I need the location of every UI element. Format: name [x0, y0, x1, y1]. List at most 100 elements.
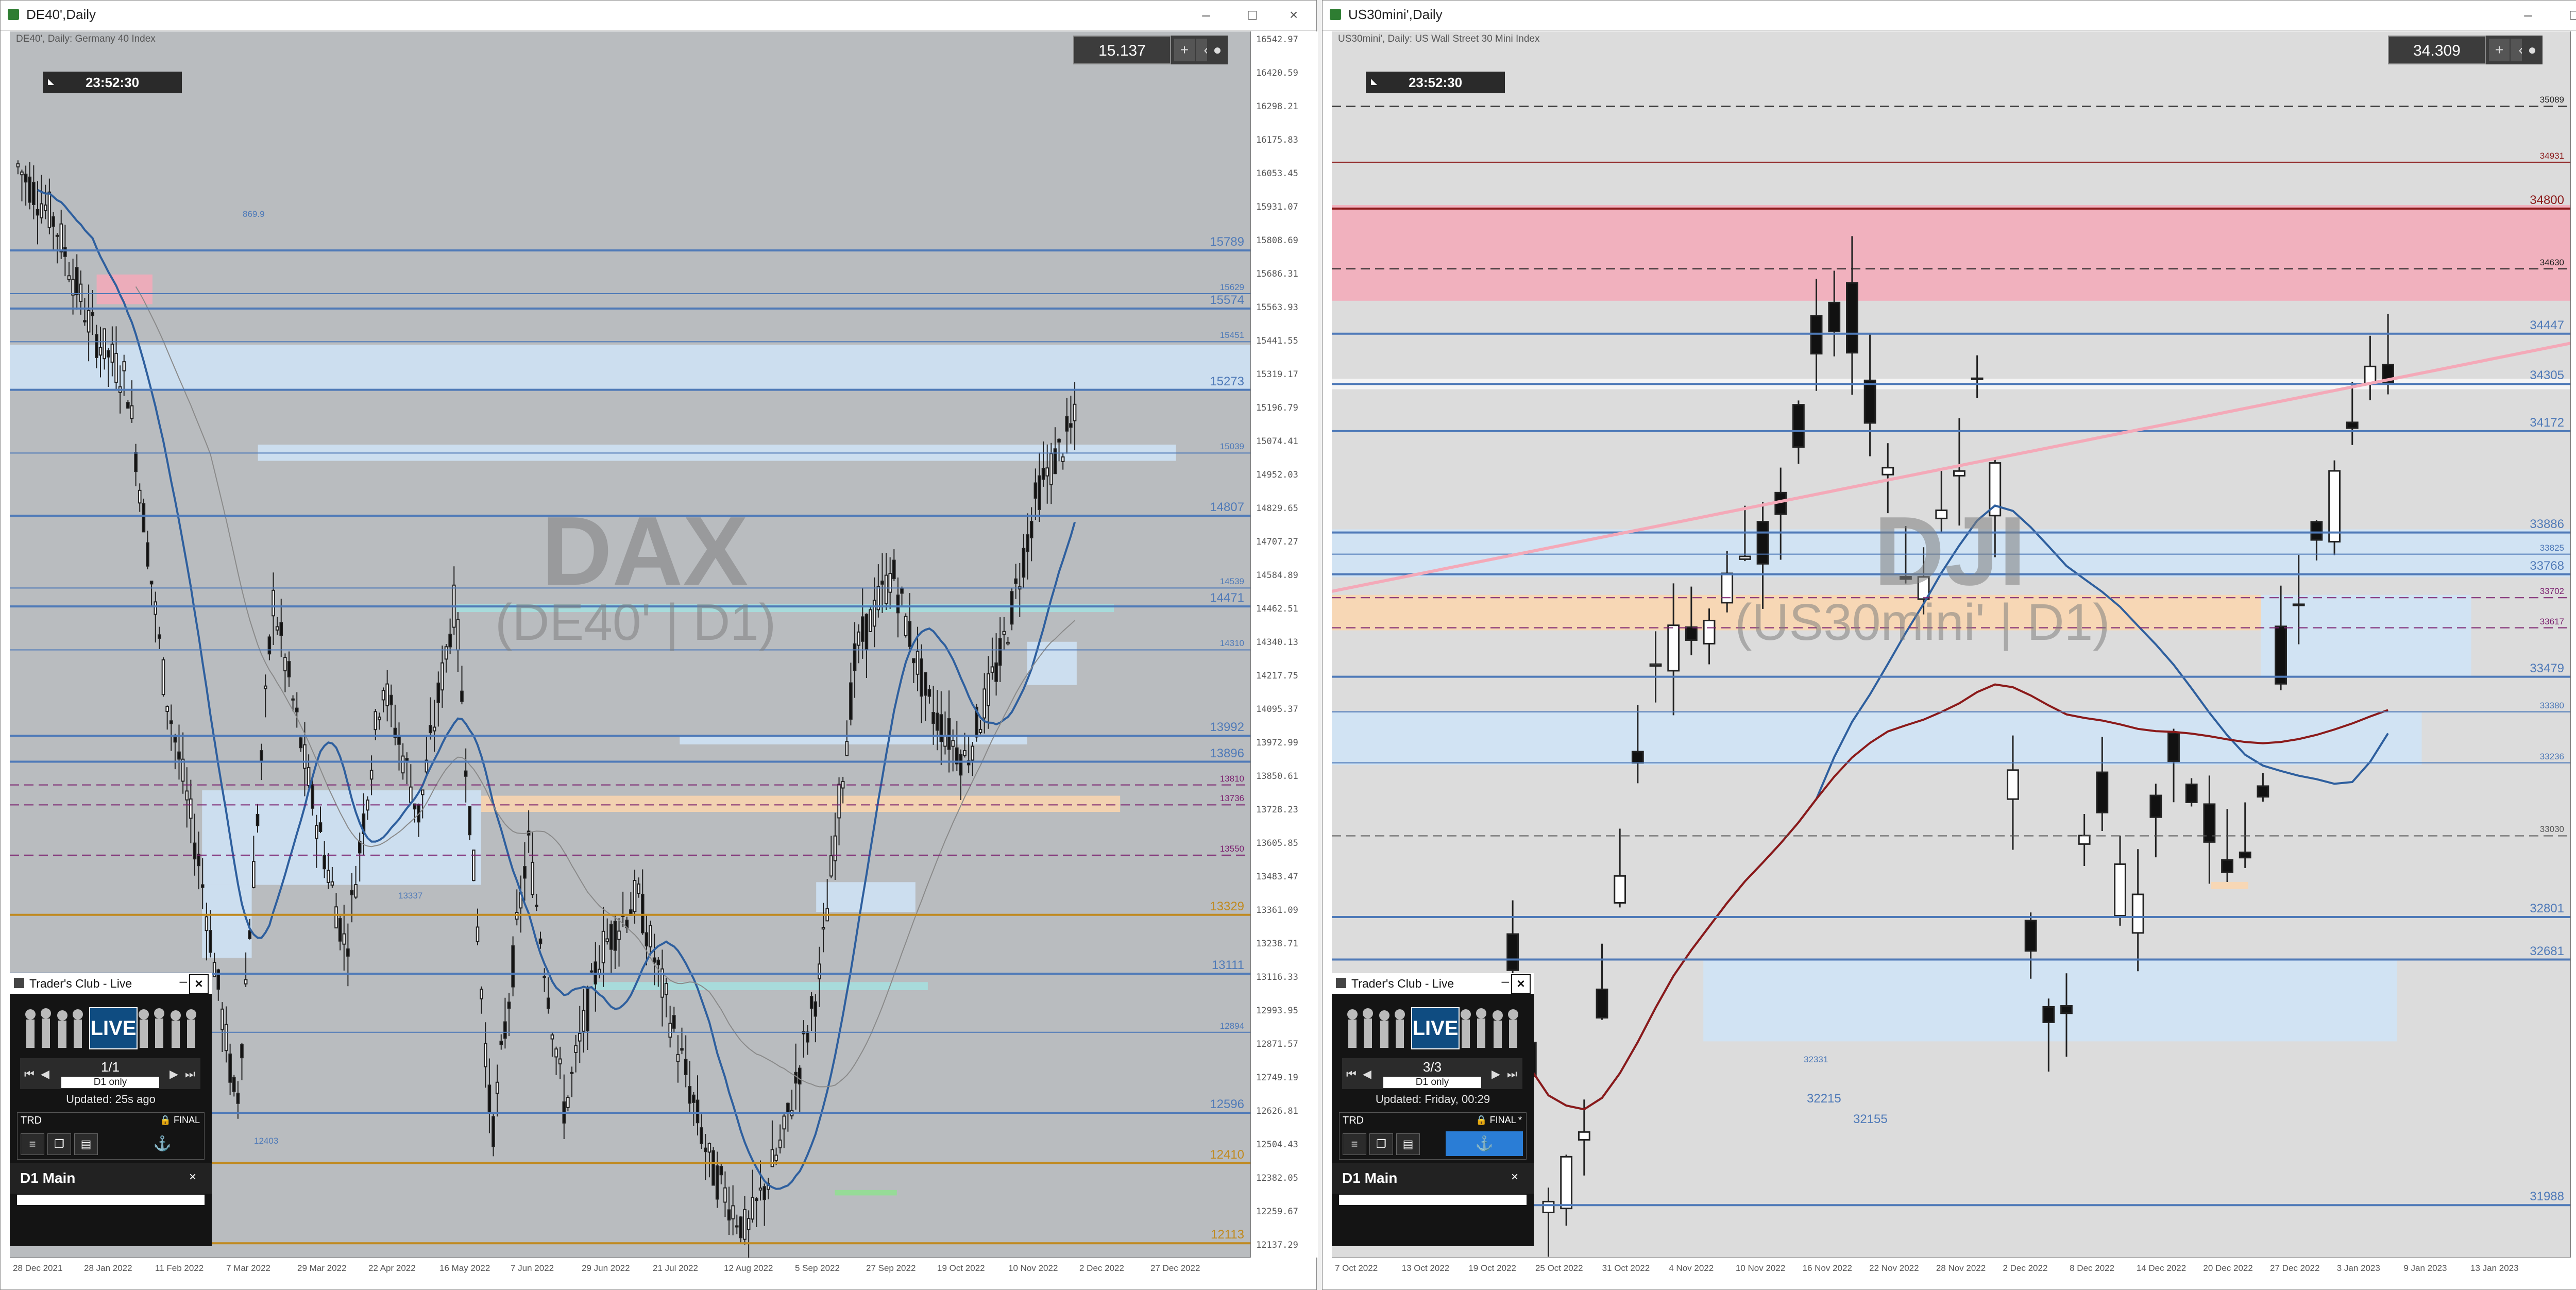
- close-icon[interactable]: ×: [1511, 974, 1531, 994]
- candle-body: [1057, 438, 1061, 443]
- candle-body: [2310, 521, 2323, 541]
- stack-icon[interactable]: ▤: [1396, 1133, 1420, 1155]
- right-price-axis[interactable]: 35261.4435167.3535073.2534979.1634886.06…: [2570, 31, 2576, 1258]
- anchor-button[interactable]: ⚓: [124, 1131, 201, 1156]
- left-window-titlebar[interactable]: DE40',Daily – □ ×: [1, 1, 1316, 31]
- left-traders-club-panel[interactable]: Trader's Club - Live – × LIVE ⏮ ◀ 1/1 D1…: [10, 973, 212, 1246]
- price-tick-label: 14829.65: [1256, 503, 1298, 514]
- candle-body: [617, 930, 621, 940]
- candle-body: [916, 651, 920, 675]
- candle-body: [299, 737, 303, 749]
- date-tick-label: 2 Dec 2022: [2003, 1263, 2048, 1273]
- crosshair-icon[interactable]: +: [2489, 39, 2510, 61]
- level-label-34447: 34447: [2530, 318, 2564, 332]
- next-page-icon[interactable]: ▶: [170, 1067, 178, 1081]
- zone-orange: [481, 795, 1121, 812]
- candle-body: [1041, 468, 1045, 480]
- candle-body: [806, 1031, 809, 1043]
- candle-body: [649, 925, 652, 947]
- candle-body: [205, 916, 209, 931]
- trade-controls[interactable]: TRD 🔒 FINAL * ≡ ❐ ▤ ⚓: [1339, 1112, 1527, 1160]
- zone-teal2: [592, 982, 928, 991]
- updated-status: Updated: 25s ago: [66, 1093, 156, 1106]
- close-icon[interactable]: ×: [189, 1170, 196, 1184]
- maximize-icon[interactable]: □: [1242, 6, 1263, 24]
- candle-body: [723, 1187, 727, 1203]
- stack-icon[interactable]: ▤: [74, 1133, 98, 1155]
- candle-body: [880, 580, 884, 585]
- panel-title: Trader's Club - Live: [29, 977, 132, 990]
- candle-body: [668, 1023, 672, 1038]
- right-price-readout[interactable]: 34.309 + ‹ ●: [2388, 36, 2543, 64]
- candle-body: [908, 621, 912, 647]
- candle-body: [692, 1094, 696, 1103]
- candle-body: [177, 751, 181, 760]
- candle-body: [578, 1032, 582, 1042]
- candle-body: [676, 1054, 680, 1062]
- candle-body: [778, 1139, 782, 1148]
- candle-body: [990, 666, 994, 673]
- candle-body: [173, 737, 177, 743]
- left-inner-label-a: 869.9: [243, 209, 265, 219]
- minimize-icon[interactable]: –: [1196, 6, 1216, 24]
- candle-body: [829, 855, 833, 877]
- left-price-readout[interactable]: 15.137 + ‹ ●: [1073, 36, 1228, 64]
- minimize-icon[interactable]: –: [2518, 6, 2538, 24]
- candle-body: [633, 880, 637, 912]
- right-window-titlebar[interactable]: US30mini',Daily – □ ×: [1323, 1, 2576, 31]
- final-label: 🔒 FINAL *: [1476, 1115, 1522, 1125]
- right-traders-club-panel[interactable]: Trader's Club - Live – × LIVE ⏮ ◀ 3/3 D1…: [1332, 973, 1534, 1246]
- left-date-axis[interactable]: 28 Dec 2021 28 Jan 2022 11 Feb 2022 7 Mar 2…: [10, 1258, 1250, 1280]
- candle-body: [833, 835, 837, 861]
- right-date-axis[interactable]: 7 Oct 2022 13 Oct 2022 19 Oct 2022 25 Oct 2…: [1332, 1258, 2570, 1280]
- panel-header[interactable]: Trader's Club - Live – ×: [10, 973, 212, 994]
- candle-body: [1065, 416, 1069, 432]
- panel-header[interactable]: Trader's Club - Live – ×: [1332, 973, 1534, 994]
- candle-body: [1506, 933, 1519, 971]
- windows-icon[interactable]: ❐: [1369, 1133, 1393, 1155]
- minimize-icon[interactable]: –: [1502, 973, 1509, 989]
- left-chart-window[interactable]: DE40',Daily – □ × DE40', Daily: Germany …: [0, 0, 1318, 1290]
- price-tick-label: 16175.83: [1256, 135, 1298, 145]
- candle-body: [770, 1149, 774, 1167]
- maximize-icon[interactable]: □: [2564, 6, 2576, 24]
- panel-pager[interactable]: ⏮ ◀ 3/3 D1 only ▶ ⏭: [1342, 1058, 1522, 1089]
- level-label-13992: 13992: [1210, 720, 1244, 735]
- candle-body: [401, 755, 405, 774]
- globe-icon[interactable]: ●: [1207, 39, 1228, 61]
- next-page-icon[interactable]: ▶: [1492, 1067, 1500, 1081]
- close-icon[interactable]: ×: [1511, 1170, 1518, 1184]
- candle-body: [369, 770, 374, 780]
- left-price-axis[interactable]: 16542.97 16420.59 16298.21 16175.83 16053.45…: [1250, 31, 1318, 1258]
- list-icon[interactable]: ≡: [1343, 1133, 1366, 1155]
- last-page-icon[interactable]: ⏭: [185, 1067, 195, 1081]
- windows-icon[interactable]: ❐: [47, 1133, 71, 1155]
- globe-icon[interactable]: ●: [2522, 39, 2543, 61]
- close-icon[interactable]: ×: [189, 974, 209, 994]
- anchor-button[interactable]: ⚓: [1446, 1131, 1523, 1156]
- panel-pager[interactable]: ⏮ ◀ 1/1 D1 only ▶ ⏭: [20, 1058, 200, 1089]
- candle-body: [762, 1186, 766, 1200]
- collapse-bar[interactable]: [17, 1195, 205, 1205]
- candle-body: [971, 745, 975, 761]
- candle-body: [931, 712, 935, 724]
- crosshair-icon[interactable]: +: [1174, 39, 1195, 61]
- collapse-bar[interactable]: [1339, 1195, 1527, 1205]
- d1-main-section[interactable]: D1 Main ×: [1332, 1163, 1534, 1205]
- right-chart-window[interactable]: US30mini',Daily – □ × US30mini', Daily: …: [1322, 0, 2576, 1290]
- close-icon[interactable]: ×: [1283, 6, 1304, 24]
- candle-body: [28, 176, 32, 203]
- candle-body: [106, 350, 110, 358]
- candle-body: [2185, 783, 2198, 803]
- trade-controls[interactable]: TRD 🔒 FINAL ≡ ❐ ▤ ⚓: [17, 1112, 205, 1160]
- candle-body: [1578, 1131, 1590, 1141]
- d1-main-label: D1 Main: [20, 1170, 76, 1186]
- d1-main-section[interactable]: D1 Main ×: [10, 1163, 212, 1205]
- price-tick-label: 16420.59: [1256, 68, 1298, 78]
- candle-body: [283, 657, 287, 672]
- date-tick-label: 7 Mar 2022: [226, 1263, 270, 1273]
- last-page-icon[interactable]: ⏭: [1507, 1067, 1517, 1081]
- minimize-icon[interactable]: –: [180, 973, 187, 989]
- list-icon[interactable]: ≡: [21, 1133, 44, 1155]
- candle-body: [252, 861, 256, 888]
